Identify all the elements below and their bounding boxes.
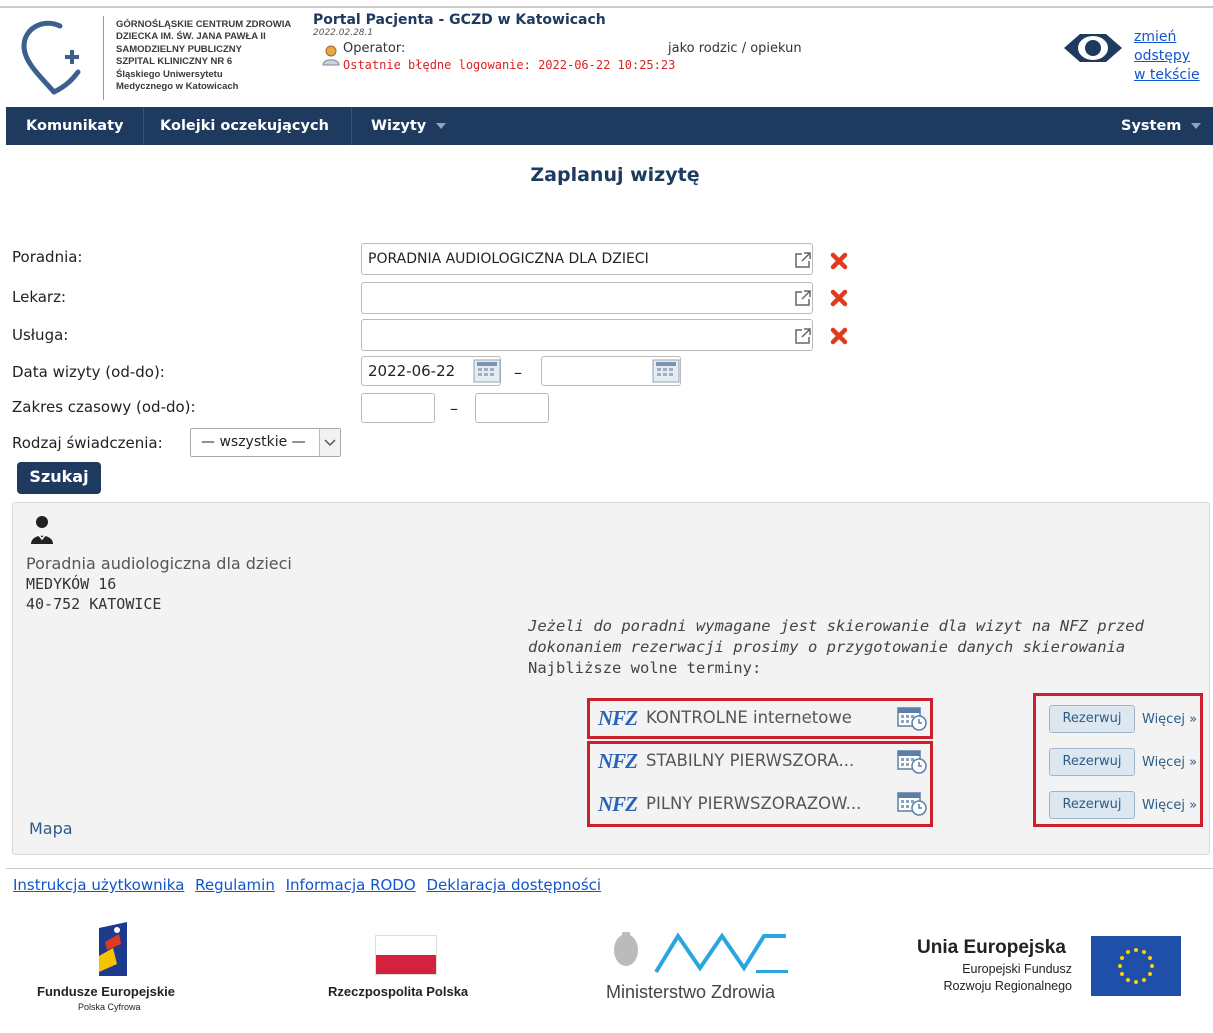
eu-funds-logo (99, 922, 127, 976)
slot-name: STABILNY PIERWSZORA... (646, 751, 855, 770)
clear-icon[interactable] (829, 251, 849, 271)
nfz-logo: NFZ (598, 749, 638, 773)
service-label: Usługa: (12, 326, 69, 344)
service-type-select[interactable]: — wszystkie — (190, 428, 341, 457)
footer-link-rodo[interactable]: Informacja RODO (286, 876, 416, 894)
search-button[interactable]: Szukaj (17, 462, 101, 494)
external-link-icon[interactable] (794, 251, 812, 269)
eu-fund-line-2: Rozwoju Regionalnego (943, 979, 1072, 993)
version-label: 2022.02.28.1 (313, 28, 374, 38)
time-from-input[interactable] (361, 393, 435, 423)
time-range-label: Zakres czasowy (od-do): (12, 398, 196, 416)
calendar-clock-icon[interactable] (896, 789, 928, 817)
external-link-icon[interactable] (794, 327, 812, 345)
footer-divider (6, 868, 1213, 869)
chevron-down-icon (319, 429, 340, 456)
last-login-warning: Ostatnie błędne logowanie: 2022-06-22 10… (343, 58, 676, 72)
date-label: Data wizyty (od-do): (12, 363, 165, 381)
slot-name: KONTROLNE internetowe (646, 708, 852, 727)
page-title: Zaplanuj wizytę (530, 164, 700, 186)
nfz-logo: NFZ (598, 706, 638, 730)
slot-name: PILNY PIERWSZORAZOW... (646, 794, 862, 813)
logo-divider (103, 16, 104, 100)
user-icon (322, 45, 340, 66)
referral-note: Jeżeli do poradni wymagane jest skierowa… (528, 617, 1144, 656)
chevron-down-icon (436, 123, 447, 129)
nfz-logo: NFZ (598, 792, 638, 816)
eu-funds-title: Fundusze Europejskie (37, 984, 175, 999)
nav-system[interactable]: System (1111, 107, 1211, 145)
clinic-label: Poradnia: (12, 248, 83, 266)
hospital-logo (21, 20, 81, 95)
nav-separator (143, 107, 144, 145)
more-link[interactable]: Więcej » (1142, 712, 1197, 727)
time-to-input[interactable] (475, 393, 549, 423)
more-link[interactable]: Więcej » (1142, 755, 1197, 770)
calendar-clock-icon[interactable] (896, 704, 928, 732)
top-border (0, 6, 1213, 8)
footer-link-manual[interactable]: Instrukcja użytkownika (13, 876, 184, 894)
main-nav: Komunikaty Kolejki oczekujących Wizyty S… (6, 107, 1213, 145)
clinic-name: Poradnia audiologiczna dla dzieci (26, 554, 292, 573)
reserve-button[interactable]: Rezerwuj (1049, 791, 1135, 819)
clinic-address-street: MEDYKÓW 16 (26, 575, 117, 593)
clear-icon[interactable] (829, 288, 849, 308)
nav-wizyty[interactable]: Wizyty (361, 107, 456, 145)
footer-link-terms[interactable]: Regulamin (195, 876, 275, 894)
eye-icon[interactable] (1058, 26, 1128, 70)
service-type-label: Rodzaj świadczenia: (12, 434, 163, 452)
operator-label: Operator: (343, 41, 406, 56)
reserve-button[interactable]: Rezerwuj (1049, 705, 1135, 733)
clear-icon[interactable] (829, 326, 849, 346)
doctor-field[interactable] (361, 282, 813, 314)
rp-title: Rzeczpospolita Polska (328, 984, 469, 999)
nav-kolejki[interactable]: Kolejki oczekujących (150, 107, 339, 145)
calendar-clock-icon[interactable] (896, 747, 928, 775)
mz-title: Ministerstwo Zdrowia (606, 982, 776, 1002)
nearest-slots-label: Najbliższe wolne terminy: (528, 659, 762, 677)
doctor-label: Lekarz: (12, 288, 67, 306)
clinic-address-city: 40-752 KATOWICE (26, 595, 162, 613)
hospital-name: GÓRNOŚLĄSKIE CENTRUM ZDROWIA DZIECKA IM.… (116, 19, 292, 93)
calendar-icon[interactable] (473, 359, 501, 383)
external-link-icon[interactable] (794, 289, 812, 307)
date-range-dash: – (514, 363, 522, 382)
service-field[interactable] (361, 319, 813, 351)
map-link[interactable]: Mapa (29, 819, 73, 838)
nav-separator (351, 107, 352, 145)
calendar-icon[interactable] (652, 359, 680, 383)
eu-title: Unia Europejska (917, 937, 1066, 958)
clinic-field[interactable]: PORADNIA AUDIOLOGICZNA DLA DZIECI (361, 243, 813, 275)
polish-flag-icon (375, 935, 437, 975)
doctor-icon (31, 516, 53, 544)
footer-links: Instrukcja użytkownika Regulamin Informa… (13, 876, 607, 894)
operator-role: jako rodzic / opiekun (668, 41, 802, 56)
ministry-of-health-logo (614, 932, 788, 974)
footer-link-accessibility[interactable]: Deklaracja dostępności (426, 876, 601, 894)
time-range-dash: – (450, 399, 458, 418)
eu-fund-line-1: Europejski Fundusz (962, 962, 1072, 976)
more-link[interactable]: Więcej » (1142, 798, 1197, 813)
chevron-down-icon (1191, 123, 1202, 129)
eu-funds-subtitle: Polska Cyfrowa (78, 1002, 141, 1012)
portal-title: Portal Pacjenta - GCZD w Katowicach (313, 12, 606, 28)
reserve-button[interactable]: Rezerwuj (1049, 748, 1135, 776)
nav-komunikaty[interactable]: Komunikaty (16, 107, 133, 145)
text-spacing-link[interactable]: zmień odstępy w tekście (1134, 28, 1200, 85)
eu-flag-icon (1091, 936, 1181, 996)
